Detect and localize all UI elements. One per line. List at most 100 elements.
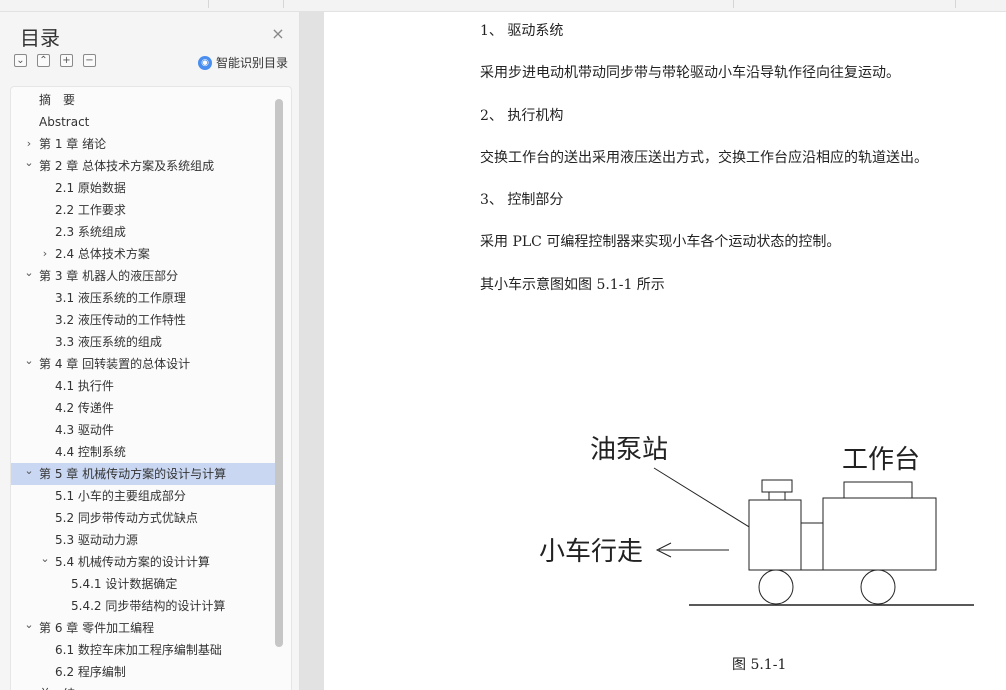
scrollbar-thumb[interactable] (275, 99, 283, 647)
toc-item[interactable]: 4.1 执行件 (11, 375, 281, 397)
label-worktable: 工作台 (842, 445, 920, 475)
toc-item[interactable]: 3.1 液压系统的工作原理 (11, 287, 281, 309)
toc-sidebar: 目录 × ⌄ ⌃ + − ◉ 智能识别目录 摘 要 Abstract › 第 1 章 … (0, 12, 300, 690)
toc-item-label: 5.1 小车的主要组成部分 (55, 489, 186, 503)
toc-item-label: 2.2 工作要求 (55, 203, 126, 217)
toc-toolbar: ⌄ ⌃ + − (14, 54, 96, 67)
toc-item[interactable]: 6.1 数控车床加工程序编制基础 (11, 639, 281, 661)
front-wheel (758, 569, 794, 605)
worktable-top (843, 481, 913, 499)
toc-item-label: 2.4 总体技术方案 (55, 247, 150, 261)
toc-item-label: 6.2 程序编制 (55, 665, 126, 679)
toc-item-label: 4.1 执行件 (55, 379, 114, 393)
toc-item-label: 3.2 液压传动的工作特性 (55, 313, 186, 327)
pump-body (748, 499, 802, 571)
toc-item[interactable]: 5.2 同步带传动方式优缺点 (11, 507, 281, 529)
toc-item-label: 3.1 液压系统的工作原理 (55, 291, 186, 305)
pump-neck (768, 491, 786, 501)
heading-actuator: 2、 执行机构 (480, 108, 564, 124)
toc-item[interactable]: 3.3 液压系统的组成 (11, 331, 281, 353)
toc-item[interactable]: 2.3 系统组成 (11, 221, 281, 243)
toc-item-label: 总 结 (39, 683, 75, 690)
toc-item[interactable]: ⌄ 5.4 机械传动方案的设计计算 (11, 551, 281, 573)
toc-item[interactable]: 2.1 原始数据 (11, 177, 281, 199)
toc-item[interactable]: 4.3 驱动件 (11, 419, 281, 441)
toc-item[interactable]: 摘 要 (11, 89, 281, 111)
paragraph-control: 采用 PLC 可编程控制器来实现小车各个运动状态的控制。 (480, 234, 841, 250)
toc-item-label: Abstract (39, 115, 90, 129)
toc-item[interactable]: 4.4 控制系统 (11, 441, 281, 463)
collapse-all-icon[interactable]: ⌄ (14, 54, 27, 67)
toc-item-label: 第 4 章 回转装置的总体设计 (39, 357, 191, 371)
smart-toc-button[interactable]: ◉ 智能识别目录 (198, 54, 288, 71)
chevron-down-icon[interactable]: ⌄ (23, 155, 35, 171)
toc-item[interactable]: ⌄ 第 5 章 机械传动方案的设计与计算 (11, 463, 281, 485)
toc-item[interactable]: 4.2 传递件 (11, 397, 281, 419)
toc-item[interactable]: 3.2 液压传动的工作特性 (11, 309, 281, 331)
heading-control: 3、 控制部分 (480, 192, 564, 208)
chevron-down-icon[interactable]: ⌄ (39, 551, 51, 567)
chevron-down-icon[interactable]: ⌄ (23, 463, 35, 479)
connector-block (800, 522, 824, 571)
toc-item-label: 第 5 章 机械传动方案的设计与计算 (39, 467, 227, 481)
chevron-down-icon[interactable]: ⌄ (23, 617, 35, 633)
sidebar-title: 目录 (20, 26, 60, 50)
toc-panel: 摘 要 Abstract › 第 1 章 绪论 ⌄ 第 2 章 总体技术方案及系统组成 2.… (10, 86, 292, 690)
toc-item-label: 4.4 控制系统 (55, 445, 126, 459)
toc-item-label: 第 1 章 绪论 (39, 137, 107, 151)
chevron-right-icon[interactable]: › (39, 243, 51, 265)
toc-item-label: 5.4.1 设计数据确定 (71, 577, 178, 591)
toc-item[interactable]: › 第 1 章 绪论 (11, 133, 281, 155)
toc-item[interactable]: ⌄ 第 6 章 零件加工编程 (11, 617, 281, 639)
toc-item[interactable]: 5.4.2 同步带结构的设计计算 (11, 595, 281, 617)
toc-item-label: 2.3 系统组成 (55, 225, 126, 239)
close-icon[interactable]: × (270, 26, 286, 42)
toc-item-label: 3.3 液压系统的组成 (55, 335, 162, 349)
toc-item-label: 5.4 机械传动方案的设计计算 (55, 555, 210, 569)
toc-item-label: 5.2 同步带传动方式优缺点 (55, 511, 198, 525)
page-gutter (300, 12, 324, 690)
toolbar-divider (955, 0, 956, 8)
toc-item-label: 4.3 驱动件 (55, 423, 114, 437)
toc-item[interactable]: 5.4.1 设计数据确定 (11, 573, 281, 595)
paragraph-actuator: 交换工作台的送出采用液压送出方式，交换工作台应沿相应的轨道送出。 (480, 150, 928, 166)
toc-item[interactable]: 5.3 驱动动力源 (11, 529, 281, 551)
toc-item[interactable]: ⌄ 第 2 章 总体技术方案及系统组成 (11, 155, 281, 177)
toc-item-label: 2.1 原始数据 (55, 181, 126, 195)
ai-assistant-icon: ◉ (198, 55, 212, 70)
heading-drive-system: 1、 驱动系统 (480, 23, 564, 39)
chevron-right-icon[interactable]: › (23, 133, 35, 155)
toc-item-label: 5.4.2 同步带结构的设计计算 (71, 599, 226, 613)
chevron-down-icon[interactable]: ⌄ (23, 353, 35, 369)
toc-item[interactable]: 5.1 小车的主要组成部分 (11, 485, 281, 507)
expand-all-icon[interactable]: ⌃ (37, 54, 50, 67)
toc-item[interactable]: › 2.4 总体技术方案 (11, 243, 281, 265)
smart-toc-label: 智能识别目录 (216, 56, 289, 70)
pump-cap (761, 479, 793, 493)
toc-item[interactable]: 总 结 (11, 683, 281, 690)
label-cart-move: 小车行走 (539, 537, 643, 567)
chevron-down-icon[interactable]: ⌄ (23, 265, 35, 281)
toc-item[interactable]: 2.2 工作要求 (11, 199, 281, 221)
toc-item-label: 6.1 数控车床加工程序编制基础 (55, 643, 222, 657)
toc-item[interactable]: Abstract (11, 111, 281, 133)
paragraph-figure-ref: 其小车示意图如图 5.1-1 所示 (480, 277, 665, 293)
toolbar-divider (283, 0, 284, 8)
remove-heading-icon[interactable]: − (83, 54, 96, 67)
document-page: 1、 驱动系统 采用步进电动机带动同步带与带轮驱动小车沿导轨作径向往复运动。 2… (324, 12, 1006, 690)
toc-item[interactable]: ⌄ 第 4 章 回转装置的总体设计 (11, 353, 281, 375)
add-heading-icon[interactable]: + (60, 54, 73, 67)
rear-wheel (860, 569, 896, 605)
label-pump-station: 油泵站 (590, 435, 668, 465)
scrollbar[interactable] (275, 91, 285, 690)
paragraph-drive: 采用步进电动机带动同步带与带轮驱动小车沿导轨作径向往复运动。 (480, 65, 900, 81)
toolbar-divider (208, 0, 209, 8)
toc-item-label: 4.2 传递件 (55, 401, 114, 415)
toc-item-label: 第 3 章 机器人的液压部分 (39, 269, 179, 283)
toc-item[interactable]: ⌄ 第 3 章 机器人的液压部分 (11, 265, 281, 287)
toolbar-divider (733, 0, 734, 8)
top-toolbar-strip (0, 0, 1006, 12)
toc-item-label: 摘 要 (39, 93, 76, 107)
toc-item[interactable]: 6.2 程序编制 (11, 661, 281, 683)
toc-item-label: 第 6 章 零件加工编程 (39, 621, 155, 635)
